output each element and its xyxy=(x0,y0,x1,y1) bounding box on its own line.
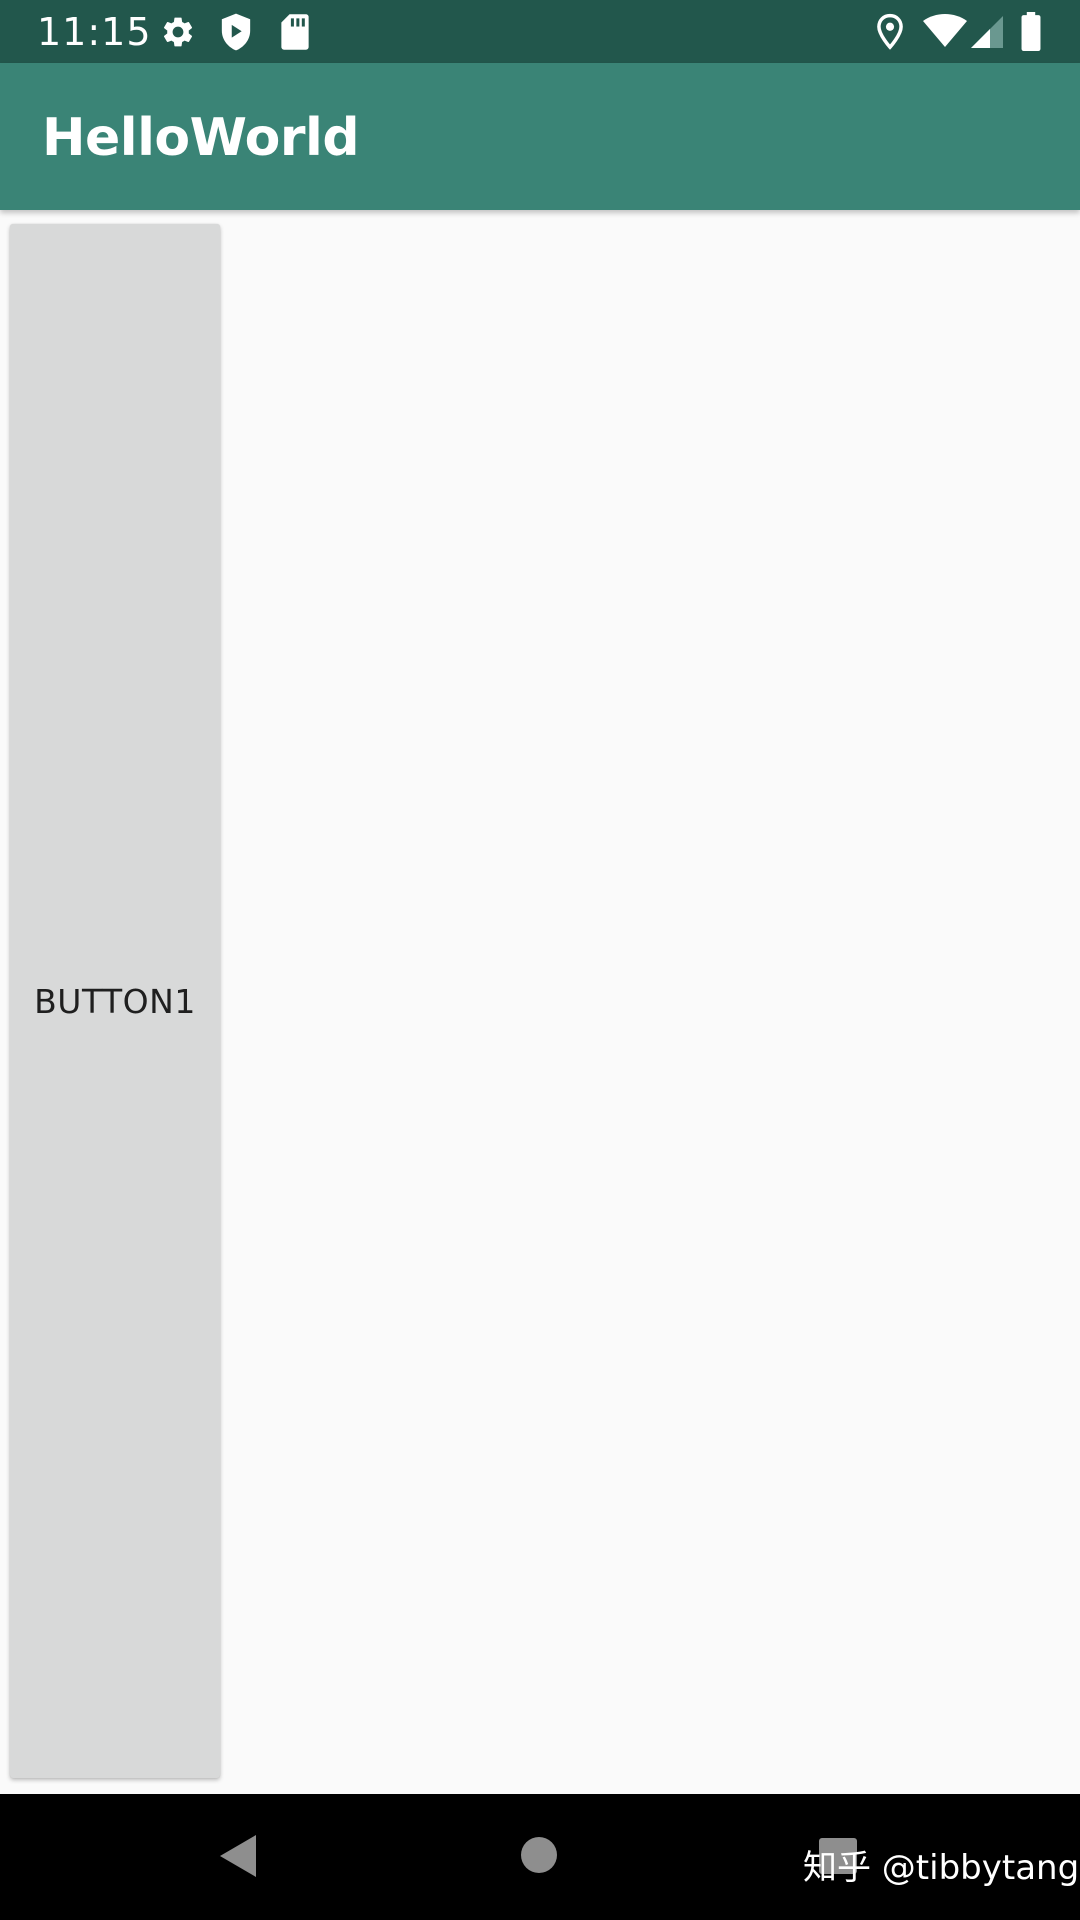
back-icon[interactable] xyxy=(218,1833,258,1879)
app-bar: HelloWorld xyxy=(0,63,1080,210)
status-time: 11:15 xyxy=(37,10,152,54)
cell-signal-icon xyxy=(971,16,1003,48)
button1[interactable]: BUTTON1 xyxy=(10,224,220,1778)
app-title: HelloWorld xyxy=(42,108,360,168)
battery-icon xyxy=(1021,12,1041,51)
sd-card-icon xyxy=(281,14,309,50)
wifi-icon xyxy=(923,14,967,47)
shield-icon xyxy=(221,13,251,51)
gear-icon xyxy=(163,17,193,47)
home-icon[interactable] xyxy=(520,1836,558,1874)
watermark-text: 知乎 @tibbytang xyxy=(803,1848,1080,1888)
status-bar: 11:15 xyxy=(0,0,1080,63)
main-content: BUTTON1 xyxy=(0,210,1080,1794)
location-pin-icon xyxy=(877,13,903,50)
